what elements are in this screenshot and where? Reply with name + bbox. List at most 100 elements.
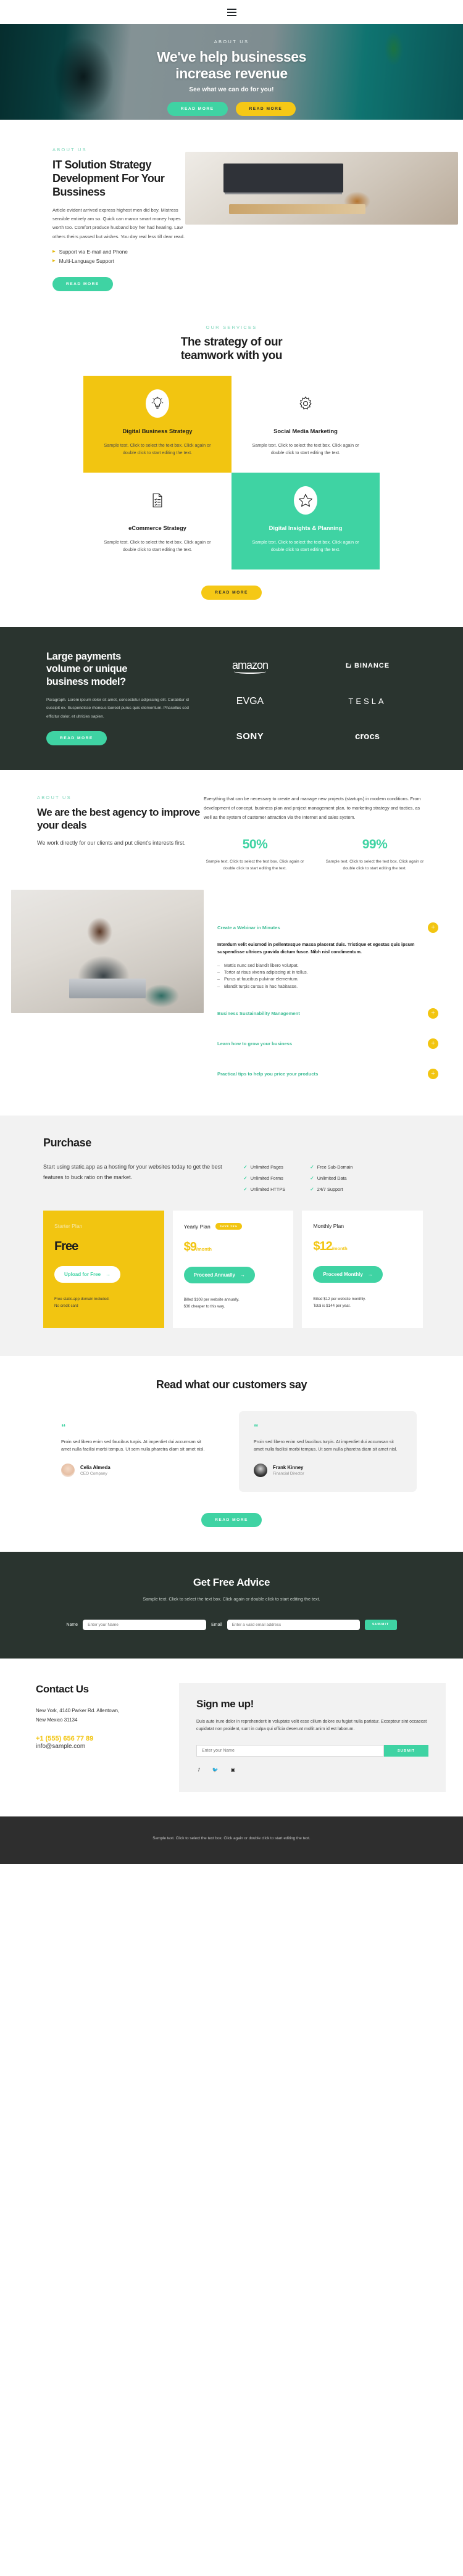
contact-address-line-1: New York, 4140 Parker Rd. Allentown, [36,1707,120,1713]
services-heading: The strategy of our teamwork with you [0,336,463,364]
plan-note: Billed $12 per website monthly. Total is… [313,1296,412,1310]
plan-cta-upload-for-free[interactable]: Upload for Free → [54,1266,121,1283]
testimonial-author: Frank Kinney Financial Director [254,1463,402,1477]
hero-read-more-secondary-button[interactable]: READ MORE [235,102,296,117]
service-card-social-media-marketing[interactable]: Social Media Marketing Sample text. Clic… [231,376,380,473]
woman-with-laptop-photo [11,889,204,1013]
agency-paragraph: Everything that can be necessary to crea… [204,796,421,820]
hamburger-menu-icon[interactable] [227,8,236,16]
accordion-header[interactable]: Create a Webinar in Minutes + [217,914,438,941]
advice-name-input[interactable] [83,1619,207,1630]
testimonial-cards: “ Proin sed libero enim sed faucibus tur… [46,1410,417,1492]
hamburger-line [227,8,236,10]
quote-icon: “ [254,1422,259,1433]
brands-heading-line-3: business model? [46,676,126,687]
accordion-list-item: Mattis nunc sed blandit libero volutpat. [217,963,438,970]
signup-name-input[interactable] [196,1745,384,1757]
contact-email[interactable]: info@sample.com [36,1742,179,1751]
plan-note-line-1: Billed $108 per website annually. [183,1298,240,1302]
page-footer: Sample text. Click to select the text bo… [0,1816,463,1864]
plan-card-monthly: Monthly Plan $12/month Proceed Monthly →… [302,1211,423,1328]
landing-page: ABOUT US We've help businesses increase … [0,0,463,1864]
about-paragraph: Article evident arrived express highest … [52,207,185,239]
service-card-digital-business-strategy[interactable]: Digital Business Strategy Sample text. C… [83,376,231,473]
plus-icon[interactable]: + [428,1038,438,1050]
signup-form: SUBMIT [196,1745,428,1757]
advice-name-label: Name [66,1622,78,1627]
crocs-logo: crocs [354,731,380,742]
plus-icon[interactable]: + [428,1008,438,1019]
accordion-header[interactable]: Learn how to grow your business + [217,1030,438,1057]
contact-phone[interactable]: +1 (555) 656 77 89 [36,1735,179,1742]
accordion-header[interactable]: Business Sustainability Management + [217,1000,438,1027]
service-card-text: Sample text. Click to select the text bo… [104,539,211,552]
plan-note-line-2: $36 cheaper to this way. [183,1304,225,1309]
agency-section: ABOUT US We are the best agency to impro… [0,770,463,879]
facebook-icon[interactable]: 𝑓 [198,1767,200,1773]
footer-text: Sample text. Click to select the text bo… [152,1836,311,1841]
plus-icon[interactable]: + [428,1069,438,1080]
evga-logo: EVGA [236,695,264,706]
about-heading: IT Solution Strategy Development For You… [52,159,165,199]
about-read-more-button[interactable]: READ MORE [52,276,113,291]
service-card-ecommerce-strategy[interactable]: eCommerce Strategy Sample text. Click to… [83,473,231,569]
amazon-logo: amazon [231,659,269,674]
accordion-title: Learn how to grow your business [217,1041,293,1047]
plan-note-line-1: Billed $12 per website monthly. [313,1297,366,1302]
feature-item: ✓ Unlimited HTTPS [243,1187,285,1192]
feature-label: Free Sub-Domain [317,1164,353,1170]
plan-card-yearly: Yearly Plan SAVE 25% $9/month Proceed An… [172,1211,294,1328]
purchase-section: Purchase Start using static.app as a hos… [0,1116,463,1356]
stat-description: Sample text. Click to select the text bo… [325,859,424,871]
services-read-more-button[interactable]: READ MORE [201,585,262,600]
feature-label: Unlimited HTTPS [250,1187,286,1193]
plan-price-value: $9 [183,1240,197,1254]
twitter-icon[interactable]: 🐦 [212,1767,219,1773]
hero-section: ABOUT US We've help businesses increase … [0,24,463,120]
plan-note-line-1: Free static.app domain included. [54,1297,110,1302]
pricing-plans: Starter Plan Free Upload for Free → Free… [40,1211,423,1328]
services-eyebrow: OUR SERVICES [206,324,257,330]
advice-submit-button[interactable]: Submit [364,1619,397,1630]
plan-note: Free static.app domain included. No cred… [54,1296,153,1310]
feature-label: Unlimited Forms [250,1175,283,1182]
stat-item: 50% Sample text. Click to select the tex… [204,837,306,872]
service-card-title: eCommerce Strategy [128,524,186,531]
services-card-grid: Digital Business Strategy Sample text. C… [83,376,380,569]
accordion-item-create-webinar: Create a Webinar in Minutes + Interdum v… [217,914,438,996]
service-card-title: Digital Business Strategy [122,428,193,435]
testimonials-read-more-button[interactable]: READ MORE [201,1512,262,1527]
author-role: Financial Director [273,1471,304,1476]
plus-icon[interactable]: + [428,922,438,933]
check-icon: ✓ [310,1187,314,1193]
advice-email-input[interactable] [227,1619,360,1630]
binance-logo-text: BINANCE [354,661,390,669]
tesla-logo: TESLA [348,697,386,706]
plan-cta-proceed-monthly[interactable]: Proceed Monthly → [313,1266,383,1283]
plan-cta-proceed-annually[interactable]: Proceed Annually → [183,1267,255,1284]
services-heading-line-2: teamwork with you [180,349,283,363]
hero-read-more-primary-button[interactable]: READ MORE [167,102,228,117]
about-desk-image [185,152,458,225]
agency-eyebrow: ABOUT US [37,795,72,801]
service-card-digital-insights-planning[interactable]: Digital Insights & Planning Sample text.… [231,472,380,569]
author-name: Frank Kinney [273,1464,304,1470]
testimonials-section: Read what our customers say “ Proin sed … [0,1356,463,1552]
avatar [254,1463,267,1477]
instagram-icon[interactable]: ▣ [230,1767,235,1773]
signup-submit-button[interactable]: SUBMIT [384,1745,428,1757]
plan-price-value: $12 [313,1240,332,1254]
star-icon [294,486,317,515]
advice-form: Name Email Submit [34,1619,429,1630]
contact-address: New York, 4140 Parker Rd. Allentown, New… [36,1706,179,1725]
testimonials-heading: Read what our customers say [156,1378,307,1391]
accordion-title: Business Sustainability Management [217,1011,300,1017]
plan-name: Yearly Plan SAVE 25% [184,1223,283,1230]
accordion-header[interactable]: Practical tips to help you price your pr… [217,1061,438,1087]
plan-name-label: Yearly Plan [183,1223,211,1230]
about-feature-item: ▶ Multi-Language Support [52,258,185,264]
testimonial-text: Proin sed libero enim sed faucibus turpi… [61,1438,205,1452]
plan-price: Free [54,1240,153,1254]
brands-read-more-button[interactable]: READ MORE [46,731,107,746]
stat-description: Sample text. Click to select the text bo… [206,859,304,871]
